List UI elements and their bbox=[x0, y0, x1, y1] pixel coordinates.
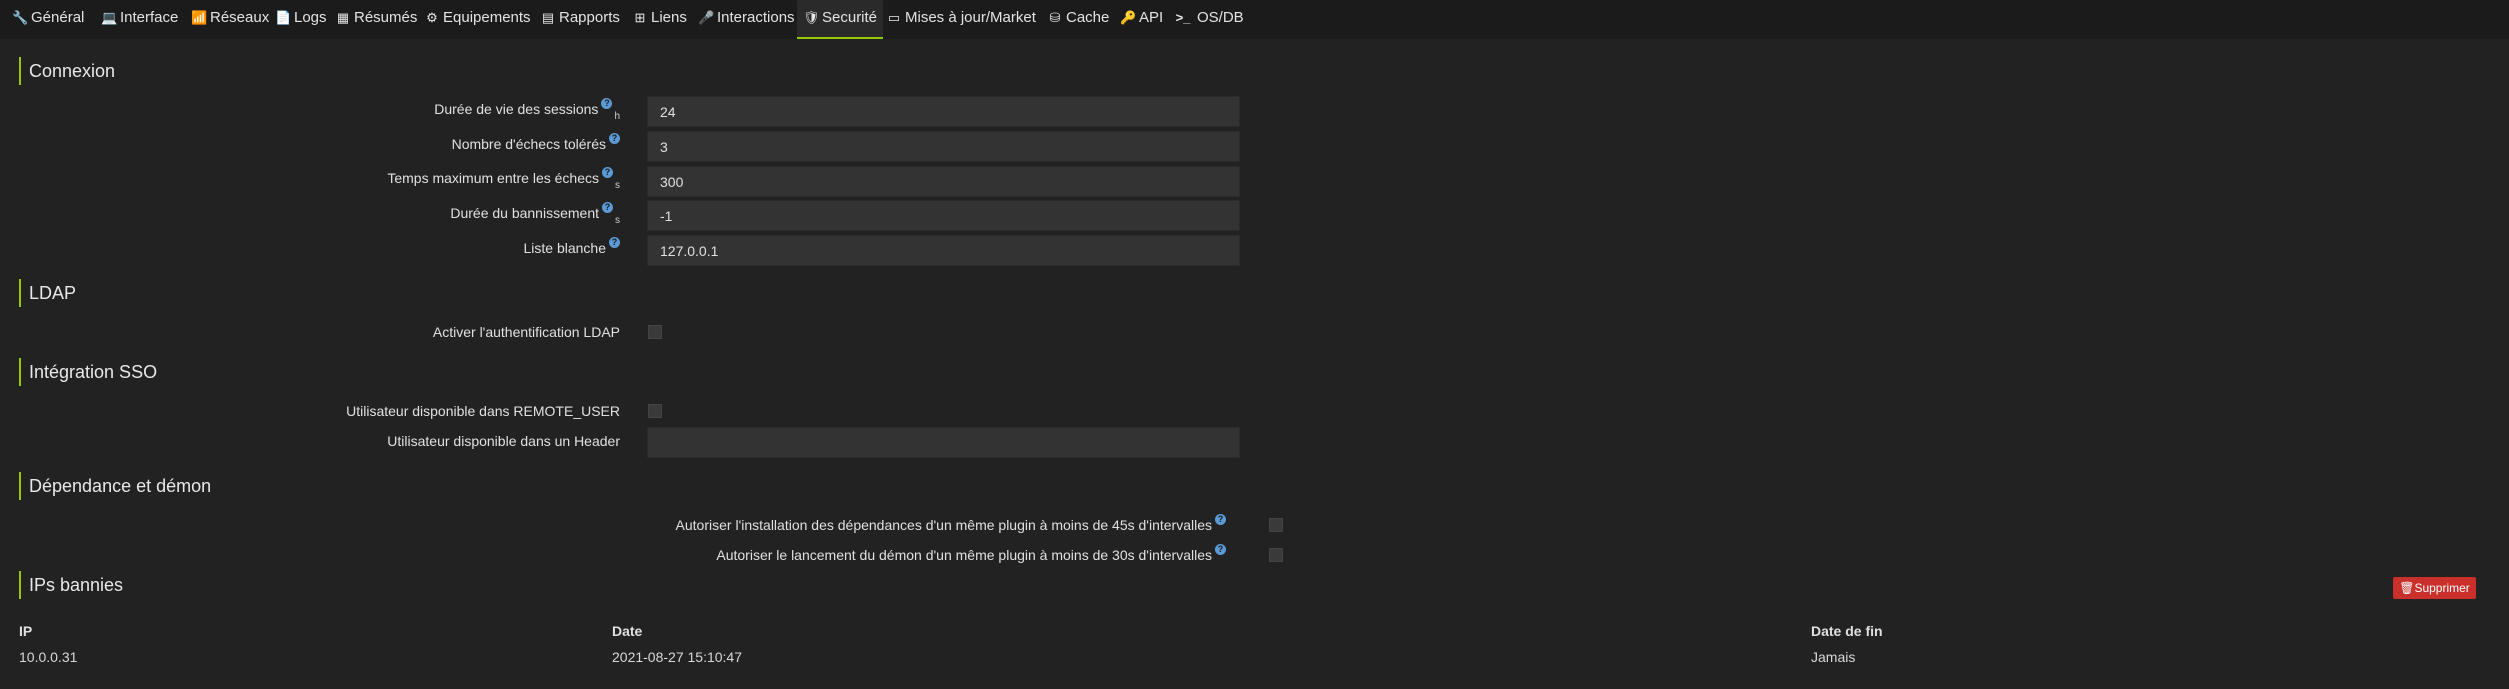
section-ips-title: IPs bannies bbox=[19, 571, 123, 599]
tab-label: OS/DB bbox=[1197, 9, 1244, 26]
settings-tab-bar: 🔧 Général 💻 Interface 📶 Réseaux 📄 Logs ▦ Résu… bbox=[0, 0, 2509, 39]
tab-label: Liens bbox=[651, 9, 687, 26]
tab-label: Securité bbox=[822, 9, 878, 26]
tab-label: Interface bbox=[120, 9, 179, 26]
ldap-enable-checkbox[interactable] bbox=[648, 325, 662, 339]
tab-interface[interactable]: 💻 Interface bbox=[101, 0, 178, 39]
tab-label: Cache bbox=[1066, 9, 1110, 26]
button-label: Supprimer bbox=[2414, 581, 2470, 595]
tab-label: Interactions bbox=[717, 9, 795, 26]
tab-logs[interactable]: 📄 Logs bbox=[275, 0, 327, 39]
tab-interactions[interactable]: 🎤 Interactions bbox=[698, 0, 795, 39]
ban-duration-input[interactable]: -1 bbox=[647, 200, 1240, 231]
credit-card-icon: ▭ bbox=[887, 10, 901, 25]
section-ldap-title: LDAP bbox=[19, 279, 76, 307]
tab-label: Rapports bbox=[559, 9, 620, 26]
cell-date: 2021-08-27 15:10:47 bbox=[612, 649, 742, 665]
microphone-icon: 🎤 bbox=[698, 10, 715, 25]
header-user-label: Utilisateur disponible dans un Header bbox=[387, 433, 620, 449]
help-icon[interactable]: ? bbox=[1215, 544, 1226, 555]
tab-label: Résumés bbox=[354, 9, 418, 26]
header-user-input[interactable] bbox=[647, 427, 1240, 458]
dependency-install-checkbox[interactable] bbox=[1269, 518, 1283, 532]
rss-icon: 📶 bbox=[191, 10, 208, 25]
tab-label: Mises à jour/Market bbox=[905, 9, 1036, 26]
help-icon[interactable]: ? bbox=[609, 133, 620, 144]
remote-user-checkbox[interactable] bbox=[648, 404, 662, 418]
help-icon[interactable]: ? bbox=[1215, 514, 1226, 525]
tab-label: Réseaux bbox=[210, 9, 270, 26]
daemon-launch-checkbox[interactable] bbox=[1269, 548, 1283, 562]
whitelist-label: Liste blanche? bbox=[523, 237, 620, 256]
cell-ip: 10.0.0.31 bbox=[19, 649, 78, 665]
tab-label: Equipements bbox=[443, 9, 531, 26]
section-connexion-title: Connexion bbox=[19, 57, 115, 85]
help-icon[interactable]: ? bbox=[602, 202, 613, 213]
label-text: Temps maximum entre les échecs bbox=[387, 170, 599, 186]
tab-securite[interactable]: 🛡 Securité bbox=[797, 0, 884, 39]
dependency-install-label: Autoriser l'installation des dépendances… bbox=[675, 514, 1226, 533]
help-icon[interactable]: ? bbox=[609, 237, 620, 248]
col-header-end-date: Date de fin bbox=[1811, 623, 1883, 639]
wrench-icon: 🔧 bbox=[12, 10, 29, 25]
cell-end-date: Jamais bbox=[1811, 649, 1856, 665]
tab-label: Logs bbox=[294, 9, 327, 26]
unit-label: h bbox=[614, 111, 620, 122]
col-header-ip: IP bbox=[19, 623, 33, 639]
daemon-launch-label: Autoriser le lancement du démon d'un mêm… bbox=[716, 544, 1226, 563]
tab-os-db[interactable]: >_ OS/DB bbox=[1172, 0, 1244, 39]
max-time-input[interactable]: 300 bbox=[647, 166, 1240, 197]
shield-icon: 🛡 bbox=[803, 10, 820, 25]
tab-equipements[interactable]: ⚙ Equipements bbox=[424, 0, 531, 39]
section-dependance-title: Dépendance et démon bbox=[19, 472, 211, 500]
laptop-icon: 💻 bbox=[101, 10, 118, 25]
sitemap-icon: ⊞ bbox=[634, 10, 646, 25]
tab-cache[interactable]: ⛁ Cache bbox=[1047, 0, 1110, 39]
label-text: Durée du bannissement bbox=[450, 205, 599, 221]
hdd-icon: ⛁ bbox=[1049, 10, 1061, 25]
tab-api[interactable]: 🔑 API bbox=[1120, 0, 1163, 39]
tab-liens[interactable]: ⊞ Liens bbox=[632, 0, 687, 39]
newspaper-icon: ▤ bbox=[541, 10, 555, 25]
col-header-date: Date bbox=[612, 623, 643, 639]
terminal-icon: >_ bbox=[1175, 10, 1191, 25]
help-icon[interactable]: ? bbox=[602, 167, 613, 178]
cogs-icon: ⚙ bbox=[426, 10, 438, 25]
tab-reseaux[interactable]: 📶 Réseaux bbox=[191, 0, 269, 39]
tab-general[interactable]: 🔧 Général bbox=[12, 0, 84, 39]
label-text: Autoriser le lancement du démon d'un mêm… bbox=[716, 547, 1212, 563]
label-text: Durée de vie des sessions bbox=[434, 101, 599, 117]
tab-mises-a-jour[interactable]: ▭ Mises à jour/Market bbox=[886, 0, 1036, 39]
unit-label: s bbox=[615, 215, 620, 226]
delete-button[interactable]: 🗑Supprimer bbox=[2393, 577, 2476, 599]
session-duration-label: Durée de vie des sessions ?h bbox=[434, 98, 620, 122]
ban-duration-label: Durée du bannissement ?s bbox=[450, 202, 620, 226]
label-text: Liste blanche bbox=[523, 240, 606, 256]
label-text: Autoriser l'installation des dépendances… bbox=[675, 517, 1212, 533]
unit-label: s bbox=[615, 180, 620, 191]
table-icon: ▦ bbox=[336, 10, 350, 25]
tab-rapports[interactable]: ▤ Rapports bbox=[540, 0, 620, 39]
section-sso-title: Intégration SSO bbox=[19, 358, 157, 386]
remote-user-label: Utilisateur disponible dans REMOTE_USER bbox=[346, 403, 620, 419]
session-duration-input[interactable]: 24 bbox=[647, 96, 1240, 127]
key-icon: 🔑 bbox=[1120, 10, 1137, 25]
failures-allowed-label: Nombre d'échecs tolérés? bbox=[451, 133, 620, 152]
whitelist-input[interactable]: 127.0.0.1 bbox=[647, 235, 1240, 266]
file-icon: 📄 bbox=[275, 10, 292, 25]
tab-label: Général bbox=[31, 9, 85, 26]
label-text: Nombre d'échecs tolérés bbox=[451, 136, 606, 152]
ldap-enable-label: Activer l'authentification LDAP bbox=[432, 324, 620, 340]
tab-resumes[interactable]: ▦ Résumés bbox=[335, 0, 418, 39]
tab-label: API bbox=[1139, 9, 1164, 26]
trash-icon: 🗑 bbox=[2399, 581, 2415, 595]
help-icon[interactable]: ? bbox=[601, 98, 613, 109]
failures-allowed-input[interactable]: 3 bbox=[647, 131, 1240, 162]
max-time-label: Temps maximum entre les échecs ?s bbox=[387, 167, 620, 191]
